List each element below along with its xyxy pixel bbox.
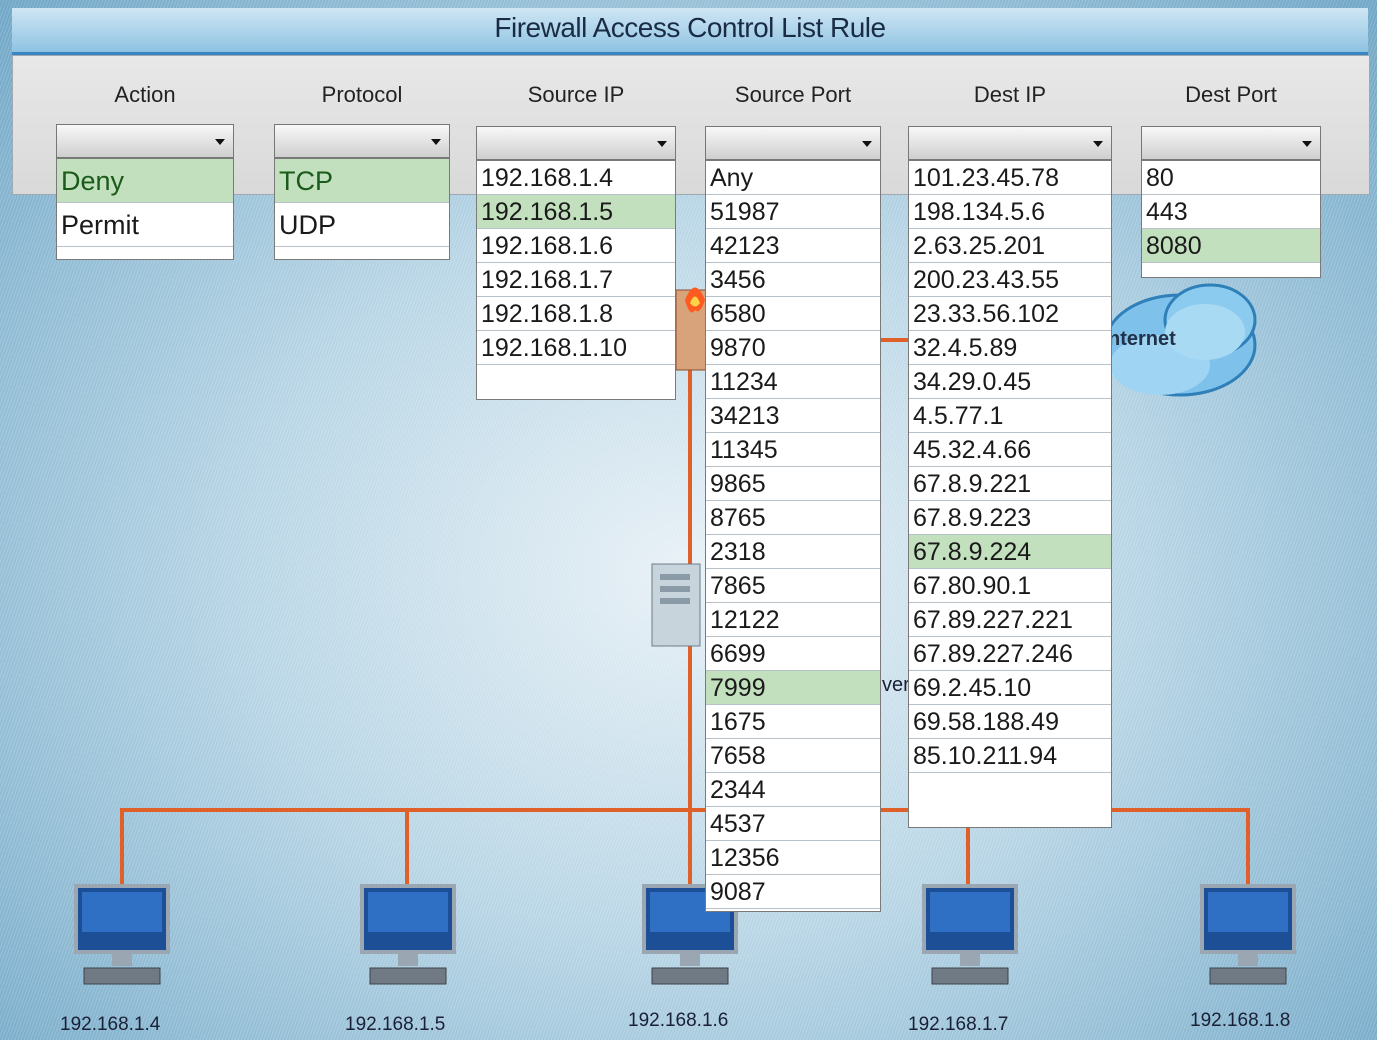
computer-ip-label: 192.168.1.6 bbox=[628, 1010, 729, 1031]
dest-ip-option[interactable]: 67.80.90.1 bbox=[909, 569, 1111, 603]
source-port-option[interactable]: 2318 bbox=[706, 535, 880, 569]
computer-ip-label: 192.168.1.8 bbox=[1190, 1010, 1291, 1031]
action-option[interactable]: Permit bbox=[57, 203, 233, 247]
source-port-option[interactable]: 4537 bbox=[706, 807, 880, 841]
action-dropdown[interactable] bbox=[56, 124, 234, 158]
source-port-option[interactable]: 11345 bbox=[706, 433, 880, 467]
source-ip-option[interactable]: 192.168.1.4 bbox=[477, 161, 675, 195]
source-port-option[interactable]: 1675 bbox=[706, 705, 880, 739]
computer-icon bbox=[1200, 884, 1296, 985]
dest-ip-option[interactable]: 2.63.25.201 bbox=[909, 229, 1111, 263]
source-port-option[interactable]: 7999 bbox=[706, 671, 880, 705]
source-port-option[interactable]: Any bbox=[706, 161, 880, 195]
dest-ip-option[interactable]: 69.58.188.49 bbox=[909, 705, 1111, 739]
window-title: Firewall Access Control List Rule bbox=[12, 8, 1368, 55]
dest-ip-option[interactable]: 4.5.77.1 bbox=[909, 399, 1111, 433]
column-title-action: Action bbox=[114, 82, 176, 107]
computer-2 bbox=[358, 884, 458, 1004]
wire-pc-1 bbox=[120, 808, 124, 888]
computer-1 bbox=[72, 884, 172, 1004]
dest-ip-option[interactable]: 85.10.211.94 bbox=[909, 739, 1111, 773]
source-port-option[interactable]: 7865 bbox=[706, 569, 880, 603]
source-ip-option[interactable]: 192.168.1.10 bbox=[477, 331, 675, 365]
wire-pc-2 bbox=[405, 808, 409, 888]
dest-port-options-list: 80 443 8080 bbox=[1141, 160, 1321, 278]
column-title-source-ip: Source IP bbox=[527, 82, 625, 107]
dest-ip-option[interactable]: 200.23.43.55 bbox=[909, 263, 1111, 297]
source-port-option[interactable]: 2344 bbox=[706, 773, 880, 807]
action-option[interactable]: Deny bbox=[57, 159, 233, 203]
source-port-dropdown[interactable] bbox=[705, 126, 881, 160]
dest-port-option[interactable]: 8080 bbox=[1142, 229, 1320, 263]
computer-4 bbox=[920, 884, 1020, 1004]
protocol-dropdown[interactable] bbox=[274, 124, 450, 158]
source-port-option[interactable]: 9087 bbox=[706, 875, 880, 909]
computer-ip-label: 192.168.1.5 bbox=[345, 1014, 446, 1035]
server-icon bbox=[651, 563, 701, 647]
source-ip-option[interactable]: 192.168.1.6 bbox=[477, 229, 675, 263]
source-port-option[interactable]: 34213 bbox=[706, 399, 880, 433]
wire-pc-5 bbox=[1246, 808, 1250, 888]
dest-ip-option[interactable]: 32.4.5.89 bbox=[909, 331, 1111, 365]
source-ip-option[interactable]: 192.168.1.5 bbox=[477, 195, 675, 229]
dest-ip-option[interactable]: 67.89.227.221 bbox=[909, 603, 1111, 637]
column-title-dest-port: Dest Port bbox=[1185, 82, 1277, 107]
computer-5 bbox=[1198, 884, 1298, 1004]
source-port-option[interactable]: 8765 bbox=[706, 501, 880, 535]
dest-ip-options-list: 101.23.45.78 198.134.5.6 2.63.25.201 200.23… bbox=[908, 160, 1112, 828]
server-label-partial: ver bbox=[882, 674, 910, 696]
source-ip-option[interactable]: 192.168.1.7 bbox=[477, 263, 675, 297]
source-ip-option[interactable]: 192.168.1.8 bbox=[477, 297, 675, 331]
dest-port-option[interactable]: 80 bbox=[1142, 161, 1320, 195]
source-port-option[interactable]: 6699 bbox=[706, 637, 880, 671]
chevron-down-icon bbox=[1093, 141, 1103, 147]
dest-ip-option[interactable]: 45.32.4.66 bbox=[909, 433, 1111, 467]
column-title-dest-ip: Dest IP bbox=[973, 82, 1047, 107]
source-ip-dropdown[interactable] bbox=[476, 126, 676, 160]
dest-ip-option[interactable]: 23.33.56.102 bbox=[909, 297, 1111, 331]
dest-ip-dropdown[interactable] bbox=[908, 126, 1112, 160]
source-port-option[interactable]: 12356 bbox=[706, 841, 880, 875]
source-port-option[interactable]: 9865 bbox=[706, 467, 880, 501]
protocol-option[interactable]: TCP bbox=[275, 159, 449, 203]
dest-ip-option[interactable]: 67.89.227.246 bbox=[909, 637, 1111, 671]
computer-ip-label: 192.168.1.7 bbox=[908, 1014, 1009, 1035]
computer-icon bbox=[360, 884, 456, 985]
source-port-option[interactable]: 7658 bbox=[706, 739, 880, 773]
computer-icon bbox=[922, 884, 1018, 985]
dest-port-dropdown[interactable] bbox=[1141, 126, 1321, 160]
dest-ip-option[interactable]: 67.8.9.224 bbox=[909, 535, 1111, 569]
dest-ip-option[interactable]: 101.23.45.78 bbox=[909, 161, 1111, 195]
source-port-option[interactable]: 12122 bbox=[706, 603, 880, 637]
computer-icon bbox=[74, 884, 170, 985]
source-port-option[interactable]: 51987 bbox=[706, 195, 880, 229]
source-port-option[interactable]: 3456 bbox=[706, 263, 880, 297]
chevron-down-icon bbox=[862, 141, 872, 147]
source-ip-options-list: 192.168.1.4 192.168.1.5 192.168.1.6 192.168… bbox=[476, 160, 676, 400]
dest-ip-option[interactable]: 69.2.45.10 bbox=[909, 671, 1111, 705]
source-port-option[interactable]: 9870 bbox=[706, 331, 880, 365]
dest-port-option[interactable]: 443 bbox=[1142, 195, 1320, 229]
chevron-down-icon bbox=[431, 139, 441, 145]
protocol-options-list: TCP UDP bbox=[274, 158, 450, 260]
computer-ip-label: 192.168.1.4 bbox=[60, 1014, 161, 1035]
dest-ip-option[interactable]: 198.134.5.6 bbox=[909, 195, 1111, 229]
action-options-list: Deny Permit bbox=[56, 158, 234, 260]
source-port-option[interactable]: 6580 bbox=[706, 297, 880, 331]
dest-ip-option[interactable]: 67.8.9.221 bbox=[909, 467, 1111, 501]
column-title-source-port: Source Port bbox=[734, 82, 852, 107]
source-port-option[interactable]: 42123 bbox=[706, 229, 880, 263]
chevron-down-icon bbox=[215, 139, 225, 145]
source-port-option[interactable]: 11234 bbox=[706, 365, 880, 399]
dest-ip-option[interactable]: 67.8.9.223 bbox=[909, 501, 1111, 535]
source-port-options-list: Any 51987 42123 3456 6580 9870 11234 34213 11345… bbox=[705, 160, 881, 912]
chevron-down-icon bbox=[657, 141, 667, 147]
chevron-down-icon bbox=[1302, 141, 1312, 147]
dest-ip-option[interactable]: 34.29.0.45 bbox=[909, 365, 1111, 399]
column-title-protocol: Protocol bbox=[321, 82, 403, 107]
internet-cloud-label: nternet bbox=[1108, 328, 1176, 350]
protocol-option[interactable]: UDP bbox=[275, 203, 449, 247]
